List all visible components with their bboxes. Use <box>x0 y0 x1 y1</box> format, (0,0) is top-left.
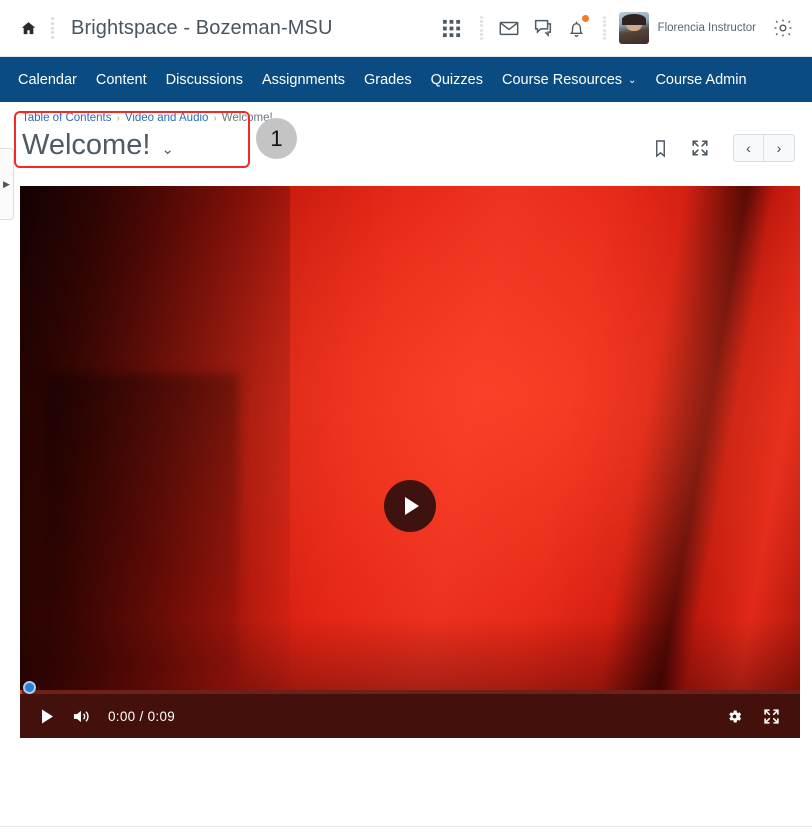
breadcrumb-item-table-of-contents[interactable]: Table of Contents <box>22 112 112 124</box>
fullscreen-icon[interactable] <box>763 708 780 725</box>
nav-label: Calendar <box>18 71 77 88</box>
chat-bubble-icon[interactable] <box>526 11 560 45</box>
user-name[interactable]: Florencia Instructor <box>658 22 756 34</box>
video-scrubber-handle[interactable] <box>23 681 36 694</box>
nav-label: Grades <box>364 71 412 88</box>
gear-icon[interactable] <box>766 11 800 45</box>
page-title-text: Welcome! <box>22 129 151 161</box>
video-progress-fill <box>20 690 22 694</box>
page-title-block: Table of Contents › Video and Audio › We… <box>22 112 273 162</box>
nav-item-quizzes[interactable]: Quizzes <box>431 72 483 88</box>
breadcrumb: Table of Contents › Video and Audio › We… <box>22 112 273 124</box>
home-icon[interactable] <box>18 18 38 38</box>
play-circle-icon[interactable] <box>384 480 436 532</box>
nav-item-content[interactable]: Content <box>96 72 147 88</box>
topic-navigation-buttons: ‹ › <box>733 134 795 162</box>
bell-icon[interactable] <box>560 11 594 45</box>
top-header-bar: Brightspace - Bozeman-MSU Florencia Inst… <box>0 0 812 57</box>
brightspace-content-page: Brightspace - Bozeman-MSU Florencia Inst… <box>0 0 812 832</box>
nav-item-course-admin[interactable]: Course Admin <box>655 72 746 88</box>
avatar[interactable] <box>618 12 649 44</box>
nav-item-grades[interactable]: Grades <box>364 72 412 88</box>
video-controls-right <box>726 708 786 725</box>
nav-label: Content <box>95 71 147 88</box>
nav-label: Course Admin <box>655 71 747 88</box>
play-icon[interactable] <box>34 703 60 729</box>
annotation-marker-1: 1 <box>256 118 297 159</box>
nav-item-discussions[interactable]: Discussions <box>166 72 243 88</box>
chevron-right-icon: ▶ <box>3 178 10 189</box>
play-triangle <box>405 497 419 515</box>
notification-badge <box>580 14 590 23</box>
topic-tools: ‹ › <box>647 134 795 162</box>
header-divider-dots <box>51 17 54 39</box>
previous-topic-button[interactable]: ‹ <box>734 135 764 161</box>
breadcrumb-separator: › <box>213 112 217 124</box>
nav-label: Quizzes <box>430 71 483 88</box>
grid-apps-icon[interactable] <box>435 11 469 45</box>
footer-divider <box>0 826 812 827</box>
page-title: Welcome! ⌄ <box>22 129 273 162</box>
header-divider-dots <box>602 16 606 40</box>
video-progress-bar[interactable] <box>20 681 800 694</box>
nav-item-assignments[interactable]: Assignments <box>262 72 345 88</box>
nav-label: Course Resources <box>501 71 623 88</box>
course-nav-bar: Calendar Content Discussions Assignments… <box>0 57 812 102</box>
nav-item-calendar[interactable]: Calendar <box>18 72 77 88</box>
video-time-display: 0:00 / 0:09 <box>108 708 176 724</box>
header-divider-dots <box>479 16 483 40</box>
video-controls-bar: 0:00 / 0:09 <box>20 681 800 738</box>
gear-icon[interactable] <box>726 708 743 725</box>
chevron-down-icon: ⌄ <box>628 75 637 86</box>
video-player[interactable]: 0:00 / 0:09 <box>20 186 800 738</box>
sidebar-expand-handle[interactable]: ▶ <box>0 148 14 220</box>
nav-item-course-resources[interactable]: Course Resources ⌄ <box>502 72 636 88</box>
envelope-icon[interactable] <box>492 11 526 45</box>
topic-footer: Edit Video 2 ‹ › <box>0 780 812 832</box>
fullscreen-expand-icon[interactable] <box>687 135 713 161</box>
breadcrumb-item-video-and-audio[interactable]: Video and Audio <box>125 112 209 124</box>
header-actions: Florencia Instructor <box>435 0 812 56</box>
nav-label: Discussions <box>165 71 243 88</box>
brand-title: Brightspace - Bozeman-MSU <box>71 16 333 39</box>
bookmark-icon[interactable] <box>647 135 673 161</box>
chevron-down-icon[interactable]: ⌄ <box>161 140 174 158</box>
nav-label: Assignments <box>262 71 346 88</box>
next-topic-button[interactable]: › <box>764 135 794 161</box>
volume-icon[interactable] <box>68 703 94 729</box>
breadcrumb-separator: › <box>116 112 120 124</box>
